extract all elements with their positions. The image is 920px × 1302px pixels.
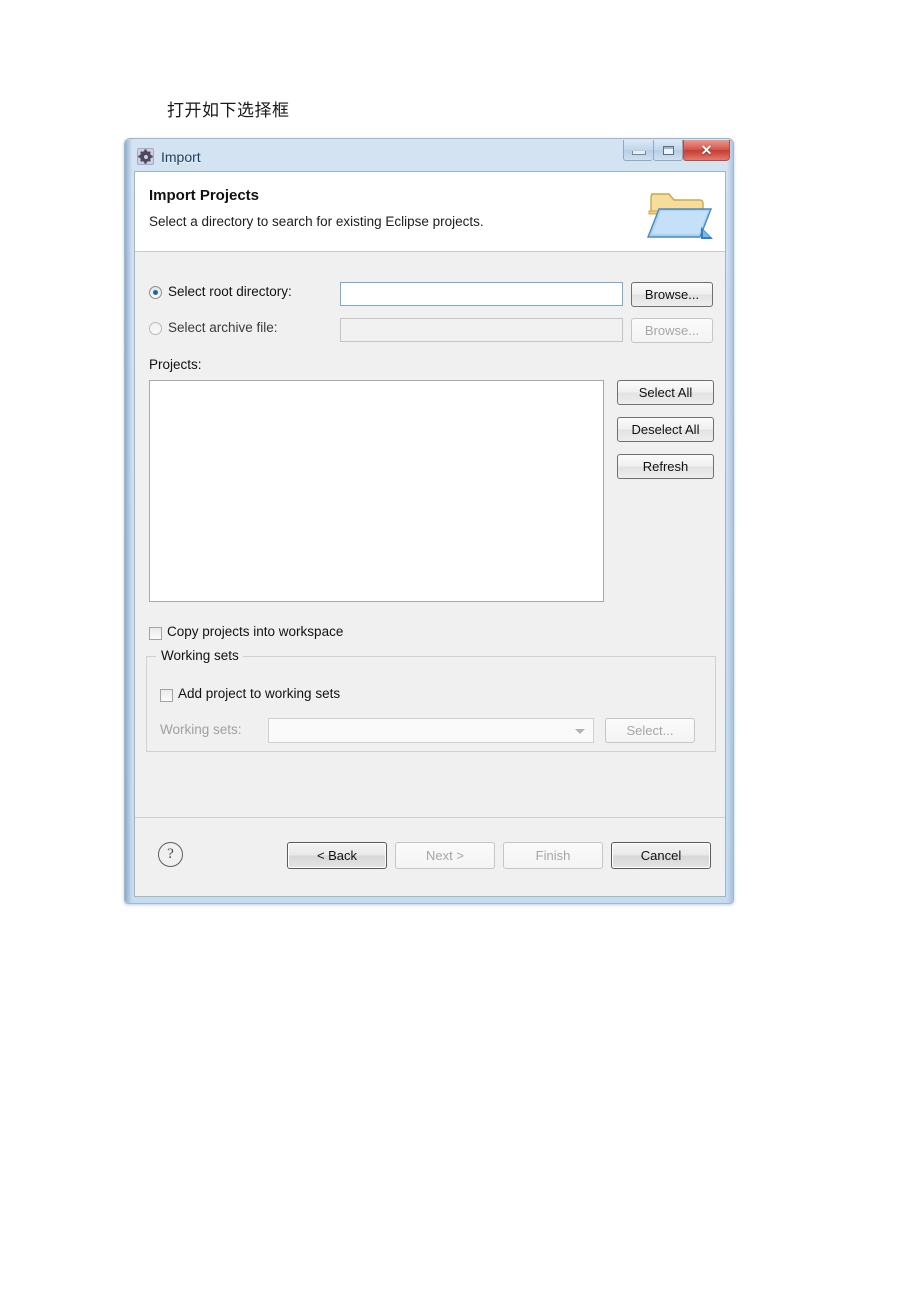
working-sets-combobox[interactable] [268, 718, 594, 743]
browse-archive-file-button[interactable]: Browse... [631, 318, 713, 343]
refresh-button[interactable]: Refresh [617, 454, 714, 479]
gear-icon [137, 148, 154, 165]
checkbox-add-project-to-working-sets[interactable] [160, 689, 173, 702]
deselect-all-button[interactable]: Deselect All [617, 417, 714, 442]
radio-select-archive-file[interactable] [149, 322, 162, 335]
finish-button[interactable]: Finish [503, 842, 603, 869]
cancel-button[interactable]: Cancel [611, 842, 711, 869]
browse-root-directory-button[interactable]: Browse... [631, 282, 713, 307]
minimize-icon [631, 151, 646, 155]
dialog-content: Select root directory: Browse... Select … [135, 252, 725, 818]
select-root-directory-row: Select root directory: Browse... [149, 282, 713, 307]
projects-list[interactable] [149, 380, 604, 602]
projects-label: Projects: [149, 357, 202, 372]
working-sets-legend: Working sets [157, 648, 243, 663]
wizard-navigation-buttons: < Back Next > Finish Cancel [287, 842, 711, 869]
page-description: Select a directory to search for existin… [149, 214, 484, 229]
label-select-root-directory: Select root directory: [168, 284, 292, 299]
maximize-button[interactable] [653, 140, 683, 161]
label-select-archive-file: Select archive file: [168, 320, 278, 335]
label-working-sets-combo: Working sets: [160, 722, 242, 737]
minimize-button[interactable] [623, 140, 653, 161]
root-directory-input[interactable] [340, 282, 623, 306]
label-add-project-to-working-sets: Add project to working sets [178, 686, 341, 701]
select-all-button[interactable]: Select All [617, 380, 714, 405]
close-button[interactable]: ✕ [683, 140, 730, 161]
dialog-body: Import Projects Select a directory to se… [134, 171, 726, 897]
working-sets-group-border-left [146, 656, 156, 657]
back-button[interactable]: < Back [287, 842, 387, 869]
page-title: Import Projects [149, 187, 260, 204]
checkbox-copy-projects[interactable] [149, 627, 162, 640]
dialog-footer: ? < Back Next > Finish Cancel [135, 817, 725, 896]
close-icon: ✕ [700, 142, 713, 158]
select-working-sets-button[interactable]: Select... [605, 718, 695, 743]
select-archive-file-row: Select archive file: Browse... [149, 318, 713, 343]
import-dialog-window: Import ✕ Import Projects Select a direct… [124, 138, 734, 904]
chevron-down-icon [575, 728, 585, 734]
next-button[interactable]: Next > [395, 842, 495, 869]
help-icon[interactable]: ? [158, 842, 183, 867]
window-title: Import [161, 148, 201, 165]
projects-action-buttons: Select All Deselect All Refresh [617, 380, 714, 491]
window-controls: ✕ [623, 140, 730, 161]
maximize-icon [662, 145, 674, 155]
archive-file-input[interactable] [340, 318, 623, 342]
dialog-banner: Import Projects Select a directory to se… [135, 172, 725, 252]
working-sets-group-border-right [231, 656, 716, 657]
label-copy-projects: Copy projects into workspace [167, 624, 344, 639]
radio-select-root-directory[interactable] [149, 286, 162, 299]
window-titlebar[interactable]: Import ✕ [130, 140, 730, 171]
open-folder-icon [646, 193, 713, 239]
document-caption: 打开如下选择框 [167, 101, 290, 121]
